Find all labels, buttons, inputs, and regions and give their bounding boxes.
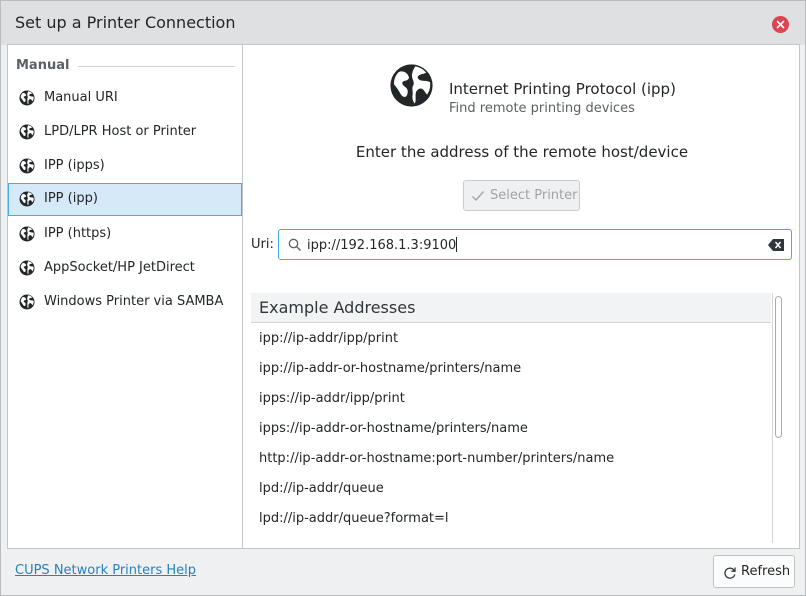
globe-icon [19,124,35,140]
title-bar[interactable]: Set up a Printer Connection [1,1,805,45]
sidebar-item-label: Windows Printer via SAMBA [44,294,224,309]
scrollbar-thumb[interactable] [775,296,782,438]
globe-icon [19,260,35,276]
sidebar-item-lpd-lpr[interactable]: LPD/LPR Host or Printer [8,116,242,149]
connection-settings-panel: Internet Printing Protocol (ipp) Find re… [244,45,800,548]
list-item[interactable]: ipps://ip-addr/ipp/print [259,391,405,406]
close-button[interactable] [772,16,789,33]
dialog-content: Manual Manual URI LPD/LPR Host or Printe… [7,44,800,549]
globe-icon [19,294,35,310]
protocol-title: Internet Printing Protocol (ipp) [449,80,676,98]
example-addresses-title: Example Addresses [259,298,416,317]
sidebar-item-label: AppSocket/HP JetDirect [44,260,195,275]
list-item[interactable]: ipp://ip-addr/ipp/print [259,331,398,346]
sidebar-item-label: IPP (ipp) [44,191,98,206]
uri-input-value: ipp://192.168.1.3:9100 [307,237,458,253]
globe-icon [390,64,433,107]
sidebar-item-ipp-https[interactable]: IPP (https) [8,218,242,251]
refresh-button[interactable]: Refresh [713,555,795,588]
list-item[interactable]: lpd://ip-addr/queue?format=l [259,511,449,526]
list-item[interactable]: http://ip-addr-or-hostname:port-number/p… [259,451,614,466]
refresh-label: Refresh [741,564,791,579]
vertical-scrollbar[interactable] [772,293,783,543]
cups-help-link[interactable]: CUPS Network Printers Help [15,563,196,578]
section-header-manual: Manual [16,58,70,73]
select-printer-label: Select Printer [490,188,578,203]
clear-text-icon[interactable] [768,239,784,251]
search-icon [288,238,301,251]
refresh-icon [724,567,736,579]
printer-connection-dialog: Set up a Printer Connection Manual Manua… [0,0,806,596]
sidebar-item-manual-uri[interactable]: Manual URI [8,82,242,115]
sidebar-item-label: IPP (https) [44,226,112,241]
address-instruction: Enter the address of the remote host/dev… [355,143,689,161]
list-item[interactable]: ipps://ip-addr-or-hostname/printers/name [259,421,528,436]
checkmark-icon [472,191,485,202]
globe-icon [19,191,35,207]
example-addresses-header: Example Addresses [251,293,771,323]
uri-text: ipp://192.168.1.3:9100 [307,238,457,253]
sidebar-item-ipp-ipp[interactable]: IPP (ipp) [8,183,242,216]
close-icon [776,20,785,29]
globe-icon [19,90,35,106]
sidebar-item-ipp-ipps[interactable]: IPP (ipps) [8,150,242,183]
sidebar-item-samba[interactable]: Windows Printer via SAMBA [8,286,242,319]
uri-input[interactable]: ipp://192.168.1.3:9100 [278,229,792,260]
window-title: Set up a Printer Connection [15,13,236,32]
section-divider [78,66,235,67]
sidebar-item-appsocket[interactable]: AppSocket/HP JetDirect [8,252,242,285]
select-printer-button[interactable]: Select Printer [463,180,580,211]
list-item[interactable]: ipp://ip-addr-or-hostname/printers/name [259,361,521,376]
uri-label: Uri: [251,237,274,252]
globe-icon [19,158,35,174]
protocol-subtitle: Find remote printing devices [449,101,635,116]
list-item[interactable]: lpd://ip-addr/queue [259,481,384,496]
sidebar-item-label: LPD/LPR Host or Printer [44,124,197,139]
connection-type-list: Manual Manual URI LPD/LPR Host or Printe… [8,45,243,548]
sidebar-item-label: IPP (ipps) [44,158,105,173]
example-addresses-list: Example Addresses ipp://ip-addr/ipp/prin… [251,293,785,545]
text-cursor [456,237,458,252]
sidebar-item-label: Manual URI [44,90,118,105]
globe-icon [19,226,35,242]
